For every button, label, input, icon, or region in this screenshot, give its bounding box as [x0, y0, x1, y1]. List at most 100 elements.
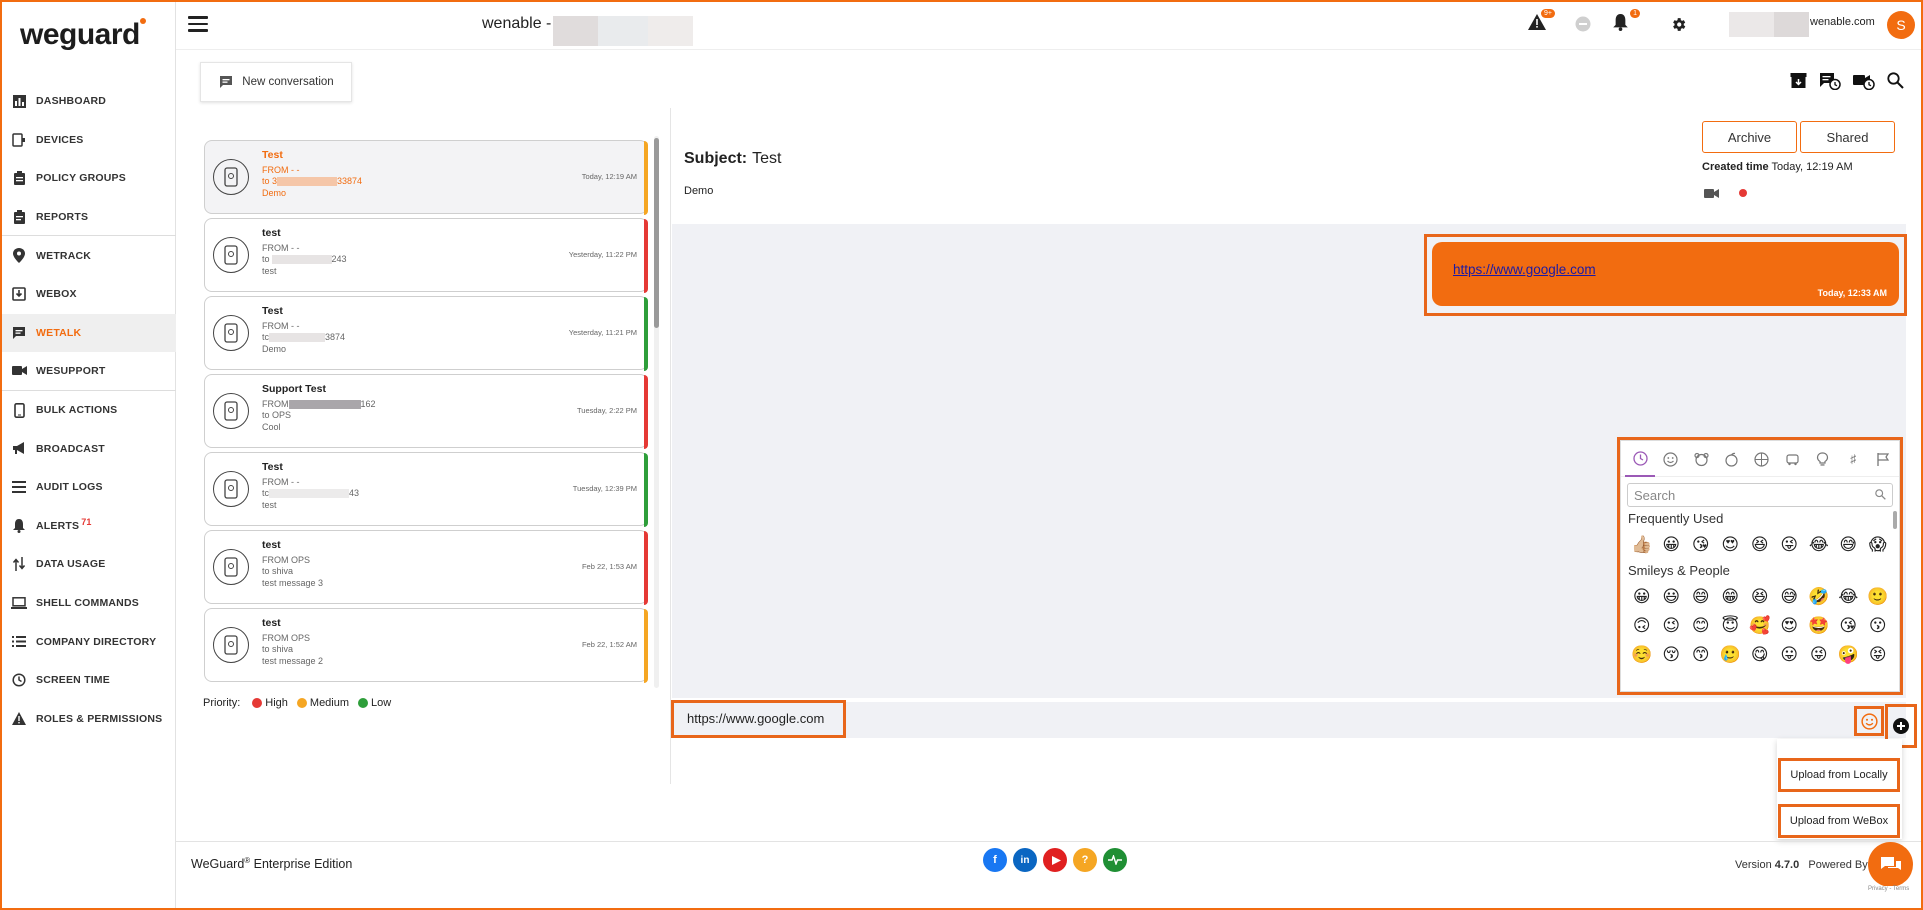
emoji[interactable]: 😜	[1775, 535, 1805, 555]
sidebar-item-shell-commands[interactable]: SHELL COMMANDS	[2, 584, 176, 623]
emoji[interactable]: 😘	[1686, 535, 1716, 555]
message-input[interactable]: https://www.google.com	[671, 700, 846, 738]
youtube-icon[interactable]	[1043, 848, 1067, 872]
emoji[interactable]: 😱	[1863, 535, 1893, 555]
conversation-card[interactable]: Test FROM - - tc 3874 Demo Yesterday, 11:…	[204, 296, 648, 371]
sidebar-item-data-usage[interactable]: DATA USAGE	[2, 545, 176, 584]
recent-emoji-tab-icon[interactable]	[1625, 441, 1656, 477]
emoji[interactable]: 🤣	[1804, 587, 1834, 607]
sidebar-item-policy-groups[interactable]: POLICY GROUPS	[2, 159, 176, 198]
emoji[interactable]: 😂	[1834, 587, 1864, 607]
logo[interactable]: weguard	[20, 18, 146, 52]
conversation-card[interactable]: Test FROM - - tc 43 test Tuesday, 12:39 P…	[204, 452, 648, 527]
archive-button[interactable]: Archive	[1702, 121, 1797, 153]
emoji[interactable]: 😝	[1863, 645, 1893, 665]
emoji[interactable]: 😍	[1716, 535, 1746, 555]
emoji[interactable]: 😊	[1686, 616, 1716, 636]
new-conversation-button[interactable]: New conversation	[200, 62, 352, 102]
emoji[interactable]: 🙂	[1863, 587, 1893, 607]
emoji[interactable]: 🤩	[1804, 616, 1834, 636]
emoji[interactable]: 😍	[1775, 616, 1805, 636]
avatar[interactable]: S	[1887, 11, 1915, 39]
upload-local-button[interactable]: Upload from Locally	[1778, 758, 1900, 792]
flags-tab-icon[interactable]	[1869, 441, 1899, 477]
emoji[interactable]: 😉	[1657, 616, 1687, 636]
emoji[interactable]: 😙	[1686, 645, 1716, 665]
sidebar-item-wetrack[interactable]: WETRACK	[2, 236, 176, 275]
sidebar-item-screen-time[interactable]: SCREEN TIME	[2, 661, 176, 700]
scheduled-message-icon[interactable]	[1819, 72, 1841, 95]
emoji[interactable]: 😚	[1657, 645, 1687, 665]
emoji[interactable]: ☺️	[1627, 645, 1657, 665]
shared-button[interactable]: Shared	[1800, 121, 1895, 153]
emoji[interactable]: 😅	[1775, 587, 1805, 607]
activity-icon[interactable]	[1103, 848, 1127, 872]
emoji[interactable]: 😆	[1745, 587, 1775, 607]
animals-tab-icon[interactable]	[1686, 441, 1716, 477]
support-chat-button[interactable]	[1868, 842, 1913, 887]
conversation-list-scrollbar[interactable]	[654, 136, 659, 688]
travel-tab-icon[interactable]	[1777, 441, 1807, 477]
emoji[interactable]: 😇	[1716, 616, 1746, 636]
upload-webox-button[interactable]: Upload from WeBox	[1778, 804, 1900, 838]
emoji[interactable]: 🥰	[1745, 616, 1775, 636]
menu-icon[interactable]	[188, 16, 208, 36]
emoji[interactable]: 🤪	[1834, 645, 1864, 665]
sidebar-item-devices[interactable]: DEVICES	[2, 121, 176, 160]
symbols-tab-icon[interactable]: ♯	[1838, 441, 1868, 477]
conversation-card[interactable]: test FROM OPS to shiva test message 3 Fe…	[204, 530, 648, 605]
emoji-scrollbar[interactable]	[1893, 511, 1897, 529]
sidebar-item-wetalk[interactable]: WETALK	[2, 313, 176, 353]
conversation-card[interactable]: Support Test FROM 162 to OPS Cool Tuesday…	[204, 374, 648, 449]
emoji[interactable]: 🥲	[1716, 645, 1746, 665]
sidebar-item-company-directory[interactable]: COMPANY DIRECTORY	[2, 622, 176, 661]
conversation-card[interactable]: test FROM - - to 243 test Yesterday, 11:2…	[204, 218, 648, 293]
emoji[interactable]: 😛	[1775, 645, 1805, 665]
bell-icon[interactable]: 1	[1613, 9, 1640, 36]
sidebar-item-dashboard[interactable]: DASHBOARD	[2, 82, 176, 121]
activity-tab-icon[interactable]	[1747, 441, 1777, 477]
emoji[interactable]: 🙃	[1627, 616, 1657, 636]
emoji[interactable]: 😅	[1834, 535, 1864, 555]
video-call-icon[interactable]	[1704, 186, 1719, 204]
emoji[interactable]: 😃	[1657, 587, 1687, 607]
sidebar-item-roles-permissions[interactable]: ROLES & PERMISSIONS	[2, 700, 176, 739]
emoji[interactable]: 😜	[1804, 645, 1834, 665]
emoji[interactable]: 😁	[1716, 587, 1746, 607]
help-icon[interactable]: ?	[1073, 848, 1097, 872]
food-tab-icon[interactable]	[1716, 441, 1746, 477]
facebook-icon[interactable]: f	[983, 848, 1007, 872]
smileys-tab-icon[interactable]	[1655, 441, 1685, 477]
sidebar-item-bulk-actions[interactable]: BULK ACTIONS	[2, 391, 176, 430]
conversation-card[interactable]: test FROM OPS to shiva test message 2 Fe…	[204, 608, 648, 683]
objects-tab-icon[interactable]	[1808, 441, 1838, 477]
linkedin-icon[interactable]: in	[1013, 848, 1037, 872]
emoji-button[interactable]	[1854, 706, 1884, 736]
sidebar-item-webox[interactable]: WEBOX	[2, 275, 176, 314]
emoji[interactable]: 😀	[1627, 587, 1657, 607]
emoji[interactable]: 😄	[1686, 587, 1716, 607]
sidebar-item-alerts[interactable]: ALERTS 71	[2, 507, 176, 546]
message-link[interactable]: https://www.google.com	[1453, 262, 1596, 277]
recaptcha-terms[interactable]: Privacy - Terms	[1868, 886, 1910, 892]
emoji[interactable]: 😀	[1657, 535, 1687, 555]
alert-icon[interactable]: 9+	[1528, 9, 1555, 35]
emoji-search-input[interactable]: Search	[1627, 483, 1893, 507]
emoji[interactable]: 👍🏼	[1627, 535, 1657, 555]
sidebar-item-wesupport[interactable]: WESUPPORT	[2, 352, 176, 391]
sidebar-item-broadcast[interactable]: BROADCAST	[2, 429, 176, 468]
emoji[interactable]: 😋	[1745, 645, 1775, 665]
record-indicator-icon[interactable]	[1739, 189, 1747, 197]
emoji[interactable]: 😂	[1804, 535, 1834, 555]
gear-icon[interactable]	[1670, 16, 1687, 38]
emoji[interactable]: 😗	[1863, 616, 1893, 636]
archive-box-icon[interactable]	[1790, 72, 1807, 95]
conversation-card[interactable]: Test FROM - - to 3 33874 Demo Today, 12:1…	[204, 140, 648, 215]
emoji[interactable]: 😘	[1834, 616, 1864, 636]
emoji[interactable]: 😆	[1745, 535, 1775, 555]
sidebar-item-audit-logs[interactable]: AUDIT LOGS	[2, 468, 176, 507]
scheduled-video-icon[interactable]	[1853, 72, 1875, 95]
sidebar-item-reports[interactable]: REPORTS	[2, 198, 176, 237]
status-icon[interactable]	[1575, 16, 1591, 37]
search-icon[interactable]	[1887, 72, 1904, 95]
